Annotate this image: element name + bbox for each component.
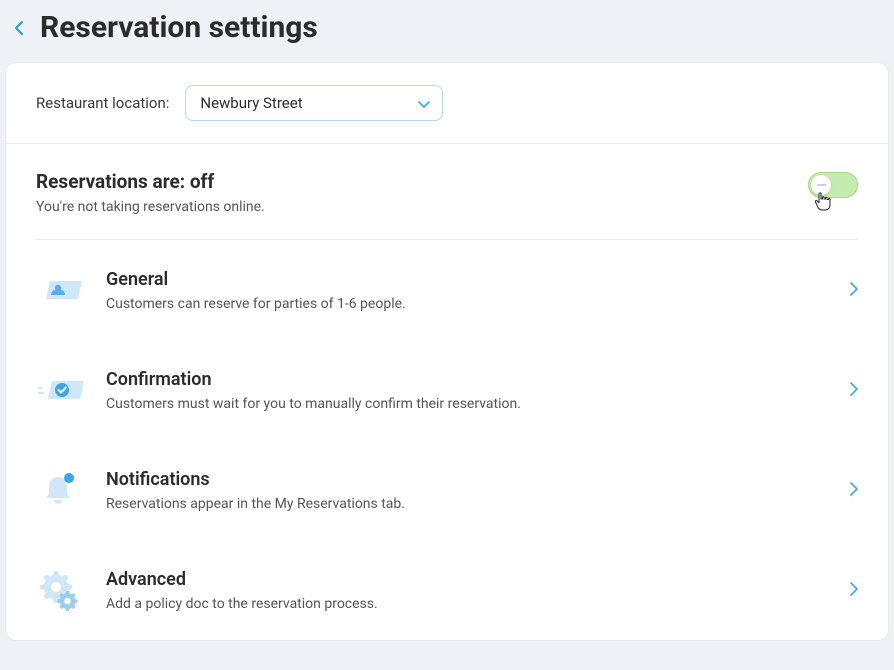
setting-title: Notifications: [106, 469, 850, 490]
cursor-pointer-icon: [813, 191, 833, 218]
location-label: Restaurant location:: [36, 94, 169, 112]
chevron-right-icon: [850, 281, 858, 300]
chevron-right-icon: [850, 581, 858, 600]
setting-description: Reservations appear in the My Reservatio…: [106, 496, 850, 512]
reservations-status-title: Reservations are: off: [36, 170, 265, 193]
setting-title: Confirmation: [106, 369, 850, 390]
chevron-down-icon: [418, 94, 430, 113]
page-title: Reservation settings: [40, 10, 318, 45]
notifications-icon: [36, 466, 106, 514]
toggle-knob: [811, 175, 831, 195]
setting-row-general[interactable]: General Customers can reserve for partie…: [6, 240, 888, 340]
setting-description: Add a policy doc to the reservation proc…: [106, 596, 850, 612]
setting-row-notifications[interactable]: Notifications Reservations appear in the…: [6, 440, 888, 540]
back-button[interactable]: [14, 20, 24, 36]
location-select[interactable]: Newbury Street: [185, 85, 443, 121]
confirmation-icon: [36, 366, 106, 414]
advanced-icon: [36, 566, 106, 614]
setting-title: General: [106, 269, 850, 290]
general-icon: [36, 266, 106, 314]
location-selected-value: Newbury Street: [200, 94, 302, 112]
setting-description: Customers must wait for you to manually …: [106, 396, 850, 412]
chevron-right-icon: [850, 381, 858, 400]
reservations-status-description: You're not taking reservations online.: [36, 199, 265, 215]
setting-row-advanced[interactable]: Advanced Add a policy doc to the reserva…: [6, 540, 888, 640]
setting-row-confirmation[interactable]: Confirmation Customers must wait for you…: [6, 340, 888, 440]
reservations-toggle[interactable]: [808, 172, 858, 198]
setting-title: Advanced: [106, 569, 850, 590]
chevron-right-icon: [850, 481, 858, 500]
setting-description: Customers can reserve for parties of 1-6…: [106, 296, 850, 312]
